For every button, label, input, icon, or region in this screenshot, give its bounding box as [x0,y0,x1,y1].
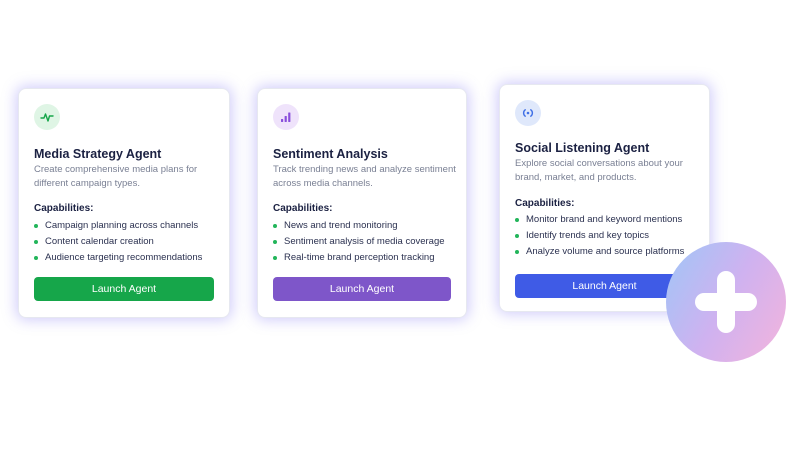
bullet-dot [34,240,38,244]
capability-text: Sentiment analysis of media coverage [284,236,445,247]
agent-card-sentiment-analysis: Sentiment Analysis Track trending news a… [257,88,467,318]
capabilities-heading: Capabilities: [273,203,333,214]
bullet-dot [273,224,277,228]
capability-item: Audience targeting recommendations [34,250,223,266]
capabilities-heading: Capabilities: [515,198,575,209]
capability-item: Monitor brand and keyword mentions [515,212,703,228]
capability-item: Content calendar creation [34,234,223,250]
bar-chart-icon [273,104,299,130]
bullet-dot [34,256,38,260]
launch-agent-button[interactable]: Launch Agent [273,277,451,301]
card-title: Sentiment Analysis [273,147,388,161]
card-description: Create comprehensive media plans for dif… [34,164,198,189]
capability-item: Campaign planning across channels [34,218,223,234]
capability-text: Analyze volume and source platforms [526,246,685,257]
capability-item: Real-time brand perception tracking [273,250,460,266]
capability-text: Real-time brand perception tracking [284,252,435,263]
capability-text: Campaign planning across channels [45,220,199,231]
bullet-dot [273,240,277,244]
capabilities-list: Campaign planning across channels Conten… [34,218,223,266]
activity-pulse-icon [34,104,60,130]
card-title: Social Listening Agent [515,141,650,155]
bullet-dot [515,218,519,222]
capabilities-heading: Capabilities: [34,203,94,214]
bullet-dot [515,250,519,254]
add-agent-button[interactable] [666,242,786,362]
capabilities-list: News and trend monitoring Sentiment anal… [273,218,460,266]
capability-item: News and trend monitoring [273,218,460,234]
bullet-dot [515,234,519,238]
capability-item: Identify trends and key topics [515,228,703,244]
agent-card-media-strategy: Media Strategy Agent Create comprehensiv… [18,88,230,318]
card-description: Explore social conversations about your … [515,158,683,183]
card-description: Track trending news and analyze sentimen… [273,164,456,189]
plus-icon [695,271,757,333]
capabilities-list: Monitor brand and keyword mentions Ident… [515,212,703,260]
capability-item: Analyze volume and source platforms [515,244,703,260]
capability-text: Monitor brand and keyword mentions [526,214,683,225]
capability-text: Audience targeting recommendations [45,252,203,263]
broadcast-signal-icon [515,100,541,126]
capability-text: Identify trends and key topics [526,230,650,241]
capability-text: Content calendar creation [45,236,154,247]
capability-text: News and trend monitoring [284,220,398,231]
card-title: Media Strategy Agent [34,147,162,161]
capability-item: Sentiment analysis of media coverage [273,234,460,250]
bullet-dot [34,224,38,228]
bullet-dot [273,256,277,260]
launch-agent-button[interactable]: Launch Agent [34,277,214,301]
